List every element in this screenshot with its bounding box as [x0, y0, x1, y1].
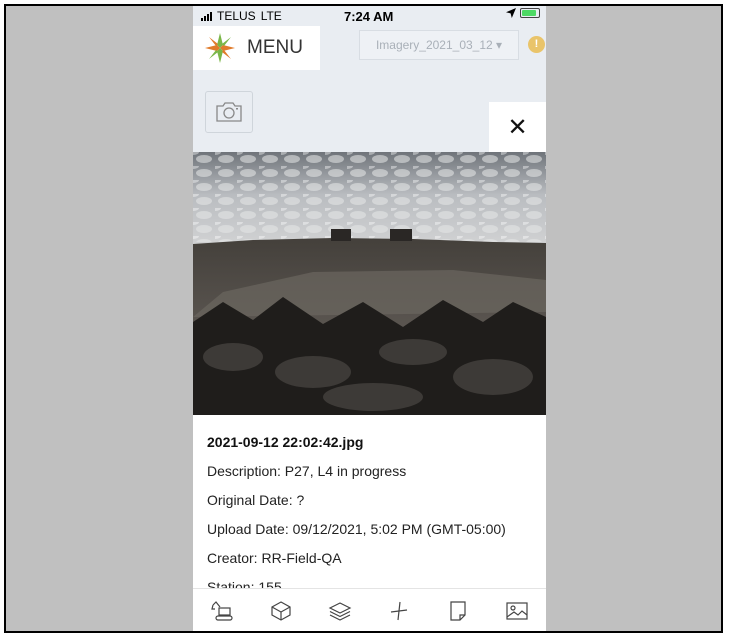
measure-button[interactable]	[386, 598, 412, 624]
photo-upload-date: Upload Date: 09/12/2021, 5:02 PM (GMT-05…	[207, 521, 506, 537]
close-button[interactable]: ✕	[489, 102, 546, 152]
layers-icon	[328, 601, 352, 621]
menu-button[interactable]: MENU	[193, 26, 320, 70]
carrier-info: TELUS LTE	[201, 9, 282, 23]
cube-icon	[271, 600, 291, 621]
note-icon	[450, 600, 466, 621]
bottom-toolbar	[193, 588, 546, 631]
excavator-tool-button[interactable]	[209, 598, 235, 624]
status-bar: TELUS LTE 7:24 AM	[193, 6, 546, 26]
menu-label: MENU	[247, 37, 303, 58]
camera-button[interactable]	[205, 91, 253, 133]
status-time: 7:24 AM	[344, 9, 394, 24]
location-arrow-icon	[506, 8, 516, 18]
photo-original-date: Original Date: ?	[207, 492, 305, 508]
network-type: LTE	[260, 9, 282, 23]
imagery-button[interactable]	[504, 598, 530, 624]
app-logo-icon	[205, 33, 235, 63]
screenshot-frame: TELUS LTE 7:24 AM MENU Imagery_2021_03_1…	[4, 4, 723, 633]
photo-station: Station: 155	[207, 579, 282, 588]
signal-icon	[201, 11, 212, 21]
photo-details-panel: 2021-09-12 22:02:42.jpg Description: P27…	[193, 415, 546, 588]
layers-button[interactable]	[327, 598, 353, 624]
status-right	[506, 8, 540, 18]
photo-filename: 2021-09-12 22:02:42.jpg	[207, 434, 364, 450]
image-icon	[505, 601, 528, 620]
phone-screen: TELUS LTE 7:24 AM MENU Imagery_2021_03_1…	[193, 6, 546, 631]
notes-button[interactable]	[445, 598, 471, 624]
measure-icon	[390, 601, 407, 620]
site-photo	[193, 152, 546, 415]
photo-description: Description: P27, L4 in progress	[207, 463, 407, 479]
3d-view-button[interactable]	[268, 598, 294, 624]
carrier-name: TELUS	[217, 9, 256, 23]
imagery-select[interactable]: Imagery_2021_03_12 ▾	[359, 30, 519, 60]
camera-icon	[216, 102, 242, 122]
photo-creator: Creator: RR-Field-QA	[207, 550, 342, 566]
alert-icon[interactable]: !	[528, 36, 545, 53]
excavator-icon	[211, 600, 234, 621]
battery-icon	[520, 8, 540, 18]
